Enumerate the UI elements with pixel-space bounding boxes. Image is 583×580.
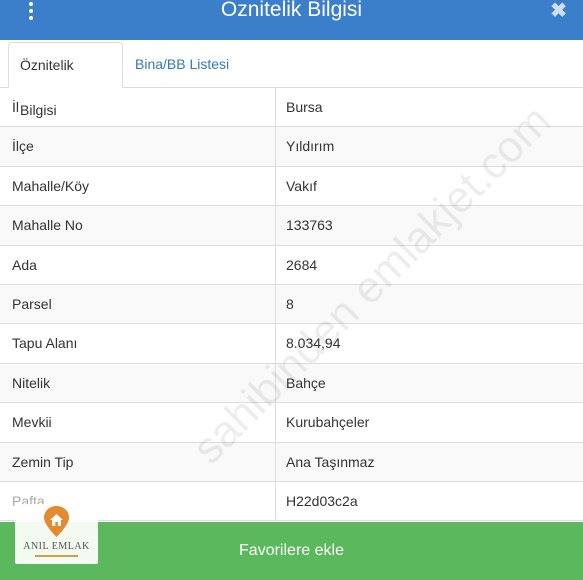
table-row: Parsel 8	[0, 284, 583, 325]
close-icon[interactable]: ✖	[550, 0, 567, 23]
attribute-table: İl Bursa İlçe Yıldırım Mahalle/Köy Vakıf…	[0, 88, 583, 522]
row-label: Nitelik	[0, 363, 276, 403]
row-label: Ada	[0, 245, 276, 284]
row-label: İl	[0, 88, 276, 127]
tab-attribute-info[interactable]: Öznitelik Bilgisi	[8, 42, 123, 118]
modal-header: Öznitelik Bilgisi ✖	[0, 0, 583, 40]
row-value: 2684	[286, 256, 318, 273]
row-value: 8	[286, 295, 294, 312]
table-row: Zemin Tip Ana Taşınmaz	[0, 442, 583, 482]
table-row: Mahalle No 133763	[0, 206, 583, 246]
row-value: H22d03c2a	[286, 492, 358, 509]
table-row: Tapu Alanı 8.034,94	[0, 324, 583, 364]
tab-building-list[interactable]: Bina/BB Listesi	[124, 42, 240, 87]
row-value: Bahçe	[286, 374, 326, 391]
location-pin-icon	[44, 506, 69, 537]
row-label: Parsel	[0, 284, 276, 324]
row-label: Mahalle/Köy	[0, 166, 276, 206]
row-value: Bursa	[286, 99, 323, 115]
row-label: Zemin Tip	[0, 442, 276, 481]
row-label: Mevkii	[0, 403, 276, 442]
table-row: Nitelik Bahçe	[0, 363, 583, 404]
row-value: Ana Taşınmaz	[286, 453, 375, 470]
modal-title: Öznitelik Bilgisi	[220, 0, 363, 21]
tab-bar: Öznitelik Bilgisi Bina/BB Listesi	[0, 40, 583, 118]
row-value: Vakıf	[286, 177, 317, 194]
row-label: Tapu Alanı	[0, 324, 276, 363]
row-value: Kurubahçeler	[286, 414, 370, 431]
row-value: 133763	[286, 217, 333, 234]
table-row: Mevkii Kurubahçeler	[0, 403, 583, 443]
table-row: Mahalle/Köy Vakıf	[0, 166, 583, 207]
row-value: Yıldırım	[286, 138, 335, 155]
table-row: Ada 2684	[0, 245, 583, 285]
logo-text: ANIL EMLAK	[23, 541, 90, 552]
company-logo: ANIL EMLAK	[15, 504, 98, 564]
row-label: İlçe	[0, 127, 276, 166]
row-label: Mahalle No	[0, 206, 276, 245]
table-row: İlçe Yıldırım	[0, 127, 583, 167]
logo-underline	[35, 555, 78, 557]
row-value: 8.034,94	[286, 335, 341, 352]
table-row: İl Bursa	[0, 88, 583, 128]
